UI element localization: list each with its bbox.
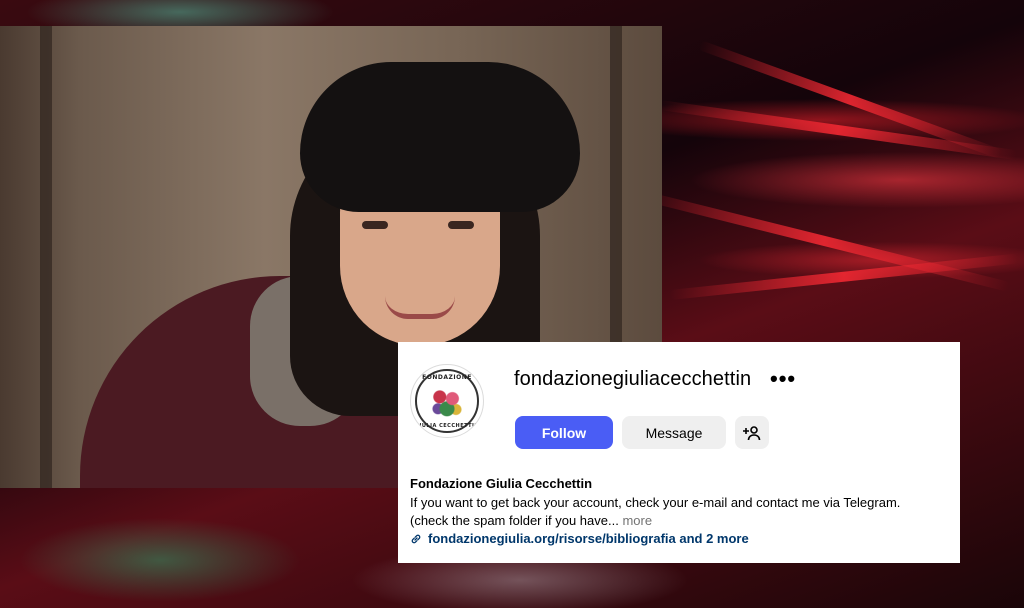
profile-link-text[interactable]: fondazionegiulia.org/risorse/bibliografi… <box>428 531 749 546</box>
add-user-button[interactable] <box>735 416 769 449</box>
profile-link[interactable]: fondazionegiulia.org/risorse/bibliografi… <box>410 531 749 546</box>
flowers-logo-icon <box>429 385 465 419</box>
bio-line: If you want to get back your account, ch… <box>410 495 901 510</box>
eye <box>448 221 474 229</box>
profile-full-name: Fondazione Giulia Cecchettin <box>410 476 593 491</box>
link-icon <box>411 534 421 543</box>
profile-card: FONDAZIONE GIULIA CECCHETTIN fondazioneg… <box>398 342 960 563</box>
message-button[interactable]: Message <box>622 416 726 449</box>
bio-more-link[interactable]: more <box>622 513 652 528</box>
more-options-icon[interactable]: ••• <box>770 368 796 390</box>
add-user-icon <box>743 425 761 440</box>
eye <box>362 221 388 229</box>
bio-line-text: (check the spam folder if you have... <box>410 513 619 528</box>
bio-line: (check the spam folder if you have... mo… <box>410 512 955 530</box>
profile-avatar[interactable]: FONDAZIONE GIULIA CECCHETTIN <box>410 364 484 438</box>
avatar-text-bottom: GIULIA CECCHETTIN <box>414 423 480 429</box>
follow-button[interactable]: Follow <box>515 416 613 449</box>
profile-bio: If you want to get back your account, ch… <box>410 494 955 530</box>
avatar-text-top: FONDAZIONE <box>422 374 472 381</box>
wall-edge <box>40 26 52 488</box>
profile-username[interactable]: fondazionegiuliacecchettin <box>514 368 751 391</box>
beret <box>300 62 580 212</box>
